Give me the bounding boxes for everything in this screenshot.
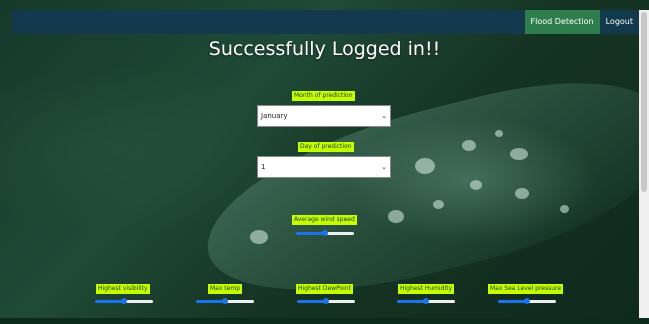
- water-drop: [415, 158, 435, 174]
- slider-thumb[interactable]: [121, 298, 127, 304]
- wind-slider[interactable]: [296, 230, 354, 236]
- humidity-label: Highest Humidity: [398, 284, 455, 294]
- slider-thumb[interactable]: [524, 298, 530, 304]
- water-drop: [433, 200, 444, 209]
- water-drop: [515, 188, 529, 199]
- chevron-down-icon: ⌄: [381, 163, 387, 171]
- slider-track-filled: [498, 300, 527, 303]
- water-drop: [510, 148, 528, 160]
- slider-thumb[interactable]: [322, 230, 328, 236]
- visibility-slider[interactable]: [95, 298, 153, 304]
- water-drop: [462, 140, 476, 151]
- slider-track-filled: [297, 300, 326, 303]
- pressure-label: Max Sea Level pressure: [488, 284, 564, 294]
- water-drop: [560, 205, 569, 213]
- humidity-slider[interactable]: [397, 298, 455, 304]
- slider-track-filled: [397, 300, 426, 303]
- month-select-value: January: [261, 112, 288, 120]
- nav-flood-detection[interactable]: Flood Detection: [524, 10, 600, 34]
- water-drop: [495, 130, 503, 137]
- pressure-slider[interactable]: [498, 298, 556, 304]
- month-label: Month of prediction: [292, 91, 355, 101]
- max-temp-slider[interactable]: [196, 298, 254, 304]
- slider-thumb[interactable]: [423, 298, 429, 304]
- slider-track: [325, 232, 354, 235]
- page-heading: Successfully Logged in!!: [208, 38, 441, 60]
- dewpoint-label: Highest DewPoint: [296, 284, 353, 294]
- max-temp-label: Max temp: [208, 284, 243, 294]
- slider-thumb[interactable]: [323, 298, 329, 304]
- slider-track: [426, 300, 455, 303]
- slider-track: [527, 300, 556, 303]
- slider-thumb[interactable]: [222, 298, 228, 304]
- slider-track: [124, 300, 153, 303]
- water-drop: [250, 230, 268, 244]
- wind-label: Average wind speed: [292, 215, 357, 225]
- slider-track: [326, 300, 355, 303]
- slider-track-filled: [296, 232, 325, 235]
- visibility-label: Highest visibility: [96, 284, 150, 294]
- slider-track: [225, 300, 254, 303]
- water-drop: [388, 210, 404, 223]
- nav-logout[interactable]: Logout: [600, 10, 639, 34]
- day-label: Day of prediction: [298, 142, 354, 152]
- chevron-down-icon: ⌄: [381, 112, 387, 120]
- dewpoint-slider[interactable]: [297, 298, 355, 304]
- month-select[interactable]: January ⌄: [257, 105, 391, 127]
- nav-menu: Flood Detection Logout: [524, 10, 640, 34]
- navbar: Flood Detection Logout: [12, 10, 639, 34]
- day-select[interactable]: 1 ⌄: [257, 156, 391, 178]
- slider-track-filled: [95, 300, 124, 303]
- water-drop: [470, 180, 482, 190]
- day-select-value: 1: [261, 163, 266, 171]
- slider-track-filled: [196, 300, 225, 303]
